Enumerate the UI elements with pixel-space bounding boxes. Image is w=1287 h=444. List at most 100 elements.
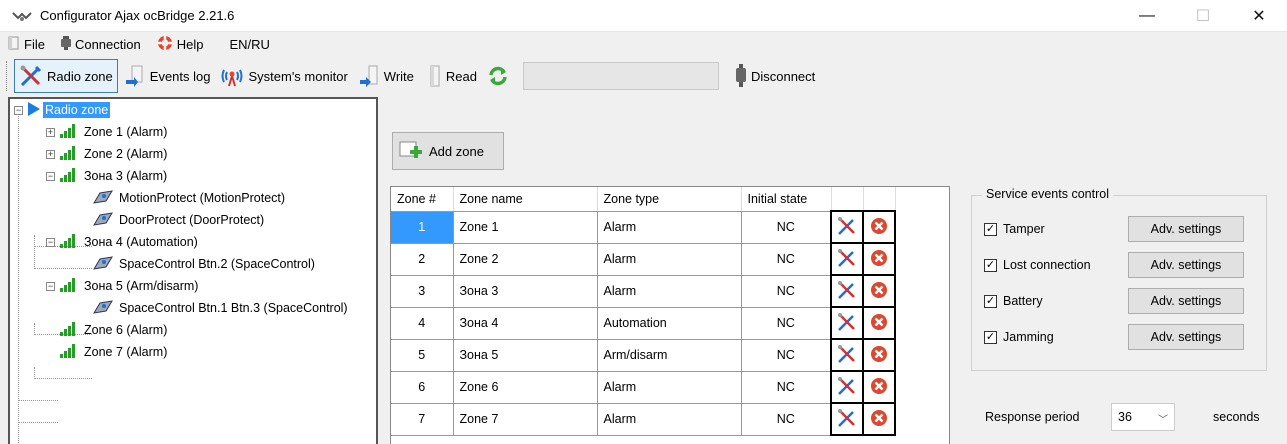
zone-type[interactable]: Alarm bbox=[597, 243, 742, 276]
edit-zone-button[interactable] bbox=[830, 402, 864, 436]
zone-name[interactable]: Зона 5 bbox=[453, 339, 598, 372]
tree-item[interactable]: − Зона 3 (Alarm) bbox=[46, 165, 169, 187]
tree-device[interactable]: DoorProtect (DoorProtect) bbox=[92, 209, 266, 231]
tree-item[interactable]: − Зона 4 (Automation) bbox=[46, 231, 200, 253]
radio-zone-button[interactable]: Radio zone bbox=[14, 59, 118, 93]
zone-type[interactable]: Alarm bbox=[597, 371, 742, 404]
collapse-icon[interactable]: − bbox=[46, 171, 55, 181]
toolbar-grip[interactable] bbox=[6, 61, 10, 91]
minimize-button[interactable]: — bbox=[1119, 0, 1175, 32]
expand-icon[interactable]: + bbox=[46, 149, 55, 159]
edit-zone-button[interactable] bbox=[830, 242, 864, 276]
lost-connection-adv-settings-button[interactable]: Adv. settings bbox=[1128, 252, 1244, 278]
tree-item[interactable]: Zone 7 (Alarm) bbox=[59, 341, 169, 363]
menu-help[interactable]: Help bbox=[149, 32, 212, 56]
edit-zone-button[interactable] bbox=[830, 210, 864, 244]
response-period-row: Response period 36 ﹀ seconds bbox=[985, 402, 1275, 432]
menu-language[interactable]: EN/RU bbox=[211, 32, 277, 56]
delete-zone-button[interactable] bbox=[862, 306, 896, 340]
column-header[interactable]: Zone name bbox=[453, 187, 598, 212]
response-period-select[interactable]: 36 ﹀ bbox=[1111, 403, 1175, 431]
zone-state[interactable]: NC bbox=[741, 275, 832, 308]
collapse-icon[interactable]: − bbox=[46, 237, 55, 247]
delete-zone-button[interactable] bbox=[862, 210, 896, 244]
refresh-button[interactable] bbox=[483, 59, 517, 93]
zone-number[interactable]: 6 bbox=[391, 371, 454, 404]
zones-grid[interactable]: Zone # Zone name Zone type Initial state… bbox=[390, 186, 950, 444]
collapse-icon[interactable]: − bbox=[46, 281, 55, 291]
column-header[interactable]: Zone type bbox=[597, 187, 742, 212]
tree-item[interactable]: + Zone 2 (Alarm) bbox=[46, 143, 169, 165]
tree-device[interactable]: MotionProtect (MotionProtect) bbox=[92, 187, 287, 209]
zone-name[interactable]: Zone 7 bbox=[453, 403, 598, 436]
zone-type[interactable]: Alarm bbox=[597, 211, 742, 244]
lost-connection-checkbox[interactable]: ✓ bbox=[984, 258, 997, 272]
zone-type[interactable]: Alarm bbox=[597, 403, 742, 436]
tree-item[interactable]: − Зона 5 (Arm/disarm) bbox=[46, 275, 200, 297]
table-row[interactable]: 5 Зона 5 Arm/disarm NC bbox=[391, 338, 896, 372]
delete-zone-button[interactable] bbox=[862, 338, 896, 372]
tamper-adv-settings-button[interactable]: Adv. settings bbox=[1128, 216, 1244, 242]
zone-number[interactable]: 3 bbox=[391, 275, 454, 308]
battery-checkbox[interactable]: ✓ bbox=[984, 294, 997, 308]
table-row[interactable]: 1 Zone 1 Alarm NC bbox=[391, 210, 896, 244]
edit-zone-button[interactable] bbox=[830, 338, 864, 372]
menu-connection[interactable]: Connection bbox=[53, 32, 149, 56]
maximize-button[interactable]: ☐ bbox=[1175, 0, 1231, 32]
column-header[interactable]: Initial state bbox=[741, 187, 832, 212]
edit-zone-button[interactable] bbox=[830, 274, 864, 308]
table-row[interactable]: 4 Зона 4 Automation NC bbox=[391, 306, 896, 340]
delete-zone-button[interactable] bbox=[862, 402, 896, 436]
zone-state[interactable]: NC bbox=[741, 307, 832, 340]
table-row[interactable]: 6 Zone 6 Alarm NC bbox=[391, 370, 896, 404]
zone-type[interactable]: Automation bbox=[597, 307, 742, 340]
menu-connection-label: Connection bbox=[74, 36, 141, 52]
zone-number[interactable]: 5 bbox=[391, 339, 454, 372]
delete-zone-button[interactable] bbox=[862, 274, 896, 308]
events-log-button[interactable]: Events log bbox=[120, 59, 215, 93]
edit-zone-button[interactable] bbox=[830, 370, 864, 404]
systems-monitor-button[interactable]: System's monitor bbox=[216, 59, 351, 93]
tamper-checkbox[interactable]: ✓ bbox=[984, 222, 997, 236]
zone-number[interactable]: 2 bbox=[391, 243, 454, 276]
zone-state[interactable]: NC bbox=[741, 371, 832, 404]
zone-state[interactable]: NC bbox=[741, 243, 832, 276]
add-zone-button[interactable]: Add zone bbox=[392, 132, 504, 170]
zone-type[interactable]: Alarm bbox=[597, 275, 742, 308]
zone-state[interactable]: NC bbox=[741, 211, 832, 244]
menu-file[interactable]: File bbox=[0, 32, 53, 56]
jamming-checkbox[interactable]: ✓ bbox=[984, 330, 997, 344]
zone-name[interactable]: Zone 2 bbox=[453, 243, 598, 276]
zone-tree[interactable]: − Radio zone + Zone 1 (Alarm) + Zone 2 (… bbox=[8, 97, 378, 444]
zone-name[interactable]: Zone 1 bbox=[453, 211, 598, 244]
collapse-icon[interactable]: − bbox=[14, 105, 23, 115]
table-row[interactable]: 7 Zone 7 Alarm NC bbox=[391, 402, 896, 436]
tree-device[interactable]: SpaceControl Btn.1 Btn.3 (SpaceControl) bbox=[92, 297, 350, 319]
edit-zone-button[interactable] bbox=[830, 306, 864, 340]
zone-number[interactable]: 4 bbox=[391, 307, 454, 340]
delete-zone-button[interactable] bbox=[862, 370, 896, 404]
table-row[interactable]: 2 Zone 2 Alarm NC bbox=[391, 242, 896, 276]
tree-device[interactable]: SpaceControl Btn.2 (SpaceControl) bbox=[92, 253, 317, 275]
tree-item[interactable]: Zone 6 (Alarm) bbox=[59, 319, 169, 341]
zone-number[interactable]: 7 bbox=[391, 403, 454, 436]
expand-icon[interactable]: + bbox=[46, 127, 55, 137]
disconnect-button[interactable]: Disconnect bbox=[731, 59, 819, 93]
delete-zone-button[interactable] bbox=[862, 242, 896, 276]
battery-adv-settings-button[interactable]: Adv. settings bbox=[1128, 288, 1244, 314]
write-button[interactable]: Write bbox=[354, 59, 418, 93]
zone-state[interactable]: NC bbox=[741, 339, 832, 372]
tree-item[interactable]: + Zone 1 (Alarm) bbox=[46, 121, 169, 143]
table-row[interactable]: 3 Зона 3 Alarm NC bbox=[391, 274, 896, 308]
read-button[interactable]: Read bbox=[420, 59, 481, 93]
zone-type[interactable]: Arm/disarm bbox=[597, 339, 742, 372]
zone-name[interactable]: Zone 6 bbox=[453, 371, 598, 404]
zone-state[interactable]: NC bbox=[741, 403, 832, 436]
column-header[interactable]: Zone # bbox=[391, 187, 454, 212]
jamming-adv-settings-button[interactable]: Adv. settings bbox=[1128, 324, 1244, 350]
close-button[interactable]: ✕ bbox=[1231, 0, 1287, 32]
tree-root[interactable]: − Radio zone bbox=[14, 99, 111, 121]
zone-number[interactable]: 1 bbox=[391, 211, 454, 244]
zone-name[interactable]: Зона 3 bbox=[453, 275, 598, 308]
zone-name[interactable]: Зона 4 bbox=[453, 307, 598, 340]
